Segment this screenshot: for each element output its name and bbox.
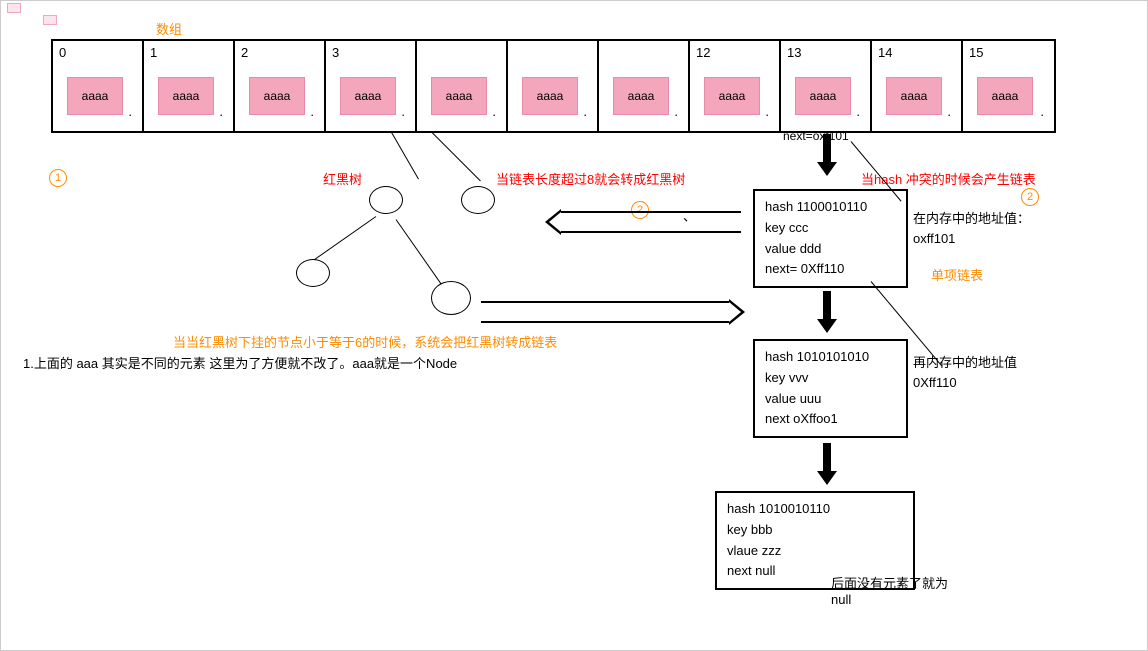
array-title: 数组 [156, 19, 182, 38]
node-value: value ddd [765, 239, 896, 260]
node-box: aaaa [704, 77, 760, 115]
node-box: aaaa [158, 77, 214, 115]
next-pointer-label: next=oxf101 [783, 129, 849, 143]
tree-note: 当链表长度超过8就会转成红黑树 [496, 169, 696, 188]
redblack-label: 红黑树 [323, 169, 362, 188]
selection-handle [43, 15, 57, 25]
array-cell: 15aaaa. [963, 41, 1054, 131]
node-key: key ccc [765, 218, 896, 239]
array-cell: 13aaaa. [781, 41, 872, 131]
node-box: aaaa [67, 77, 123, 115]
array-cell: 12aaaa. [690, 41, 781, 131]
arrow-down [817, 291, 837, 333]
tree-node [296, 259, 330, 287]
array-cell: 1aaaa. [144, 41, 235, 131]
array-row: 0aaaa. 1aaaa. 2aaaa. 3aaaa. aaaa. aaaa. … [51, 39, 1056, 133]
singly-linked-label: 单项链表 [931, 266, 983, 286]
mark-1: 1 [49, 169, 67, 187]
array-cell: 0aaaa. [53, 41, 144, 131]
node-key: key bbb [727, 520, 903, 541]
array-cell: aaaa. [417, 41, 508, 131]
address-2: 再内存中的地址值 0Xff110 [913, 353, 1017, 392]
node-hash: hash 1010101010 [765, 347, 896, 368]
bottom-note: 1.上面的 aaa 其实是不同的元素 这里为了方便就不改了。aaa就是一个Nod… [23, 353, 457, 372]
node-box: aaaa [522, 77, 578, 115]
tree-node [369, 186, 403, 214]
null-note: 后面没有元素了就为null [831, 573, 966, 607]
node-next: next oXffoo1 [765, 409, 896, 430]
tree-node [431, 281, 471, 315]
node-box: aaaa [977, 77, 1033, 115]
linked-node-2: hash 1010101010 key vvv value uuu next o… [753, 339, 908, 438]
node-hash: hash 1010010110 [727, 499, 903, 520]
node-value: vlaue zzz [727, 541, 903, 562]
array-cell: aaaa. [508, 41, 599, 131]
node-box: aaaa [795, 77, 851, 115]
array-cell: 3aaaa. [326, 41, 417, 131]
address-1: 在内存中的地址值： oxff101 [913, 209, 1030, 248]
node-hash: hash 1100010110 [765, 197, 896, 218]
node-next: next= 0Xff110 [765, 259, 896, 280]
array-cell: aaaa. [599, 41, 690, 131]
node-box: aaaa [340, 77, 396, 115]
node-box: aaaa [886, 77, 942, 115]
array-cell: 2aaaa. [235, 41, 326, 131]
tree-node [461, 186, 495, 214]
node-value: value uuu [765, 389, 896, 410]
arrow-right [481, 301, 729, 323]
arrow-down [817, 134, 837, 176]
selection-handle [7, 3, 21, 13]
tree-edge [396, 219, 443, 285]
tree-edge [310, 216, 376, 263]
node-box: aaaa [431, 77, 487, 115]
linked-node-1: hash 1100010110 key ccc value ddd next= … [753, 189, 908, 288]
arrow-down [817, 443, 837, 485]
node-box: aaaa [613, 77, 669, 115]
tree-to-list-note: 当当红黑树下挂的节点小于等于6的时候，系统会把红黑树转成链表 [173, 332, 557, 351]
node-box: aaaa [249, 77, 305, 115]
mark-2b: 2 [1021, 188, 1039, 206]
array-cell: 14aaaa. [872, 41, 963, 131]
tree-edge [391, 131, 419, 179]
arrow-left [561, 211, 741, 233]
tree-edge [431, 131, 481, 181]
node-key: key vvv [765, 368, 896, 389]
